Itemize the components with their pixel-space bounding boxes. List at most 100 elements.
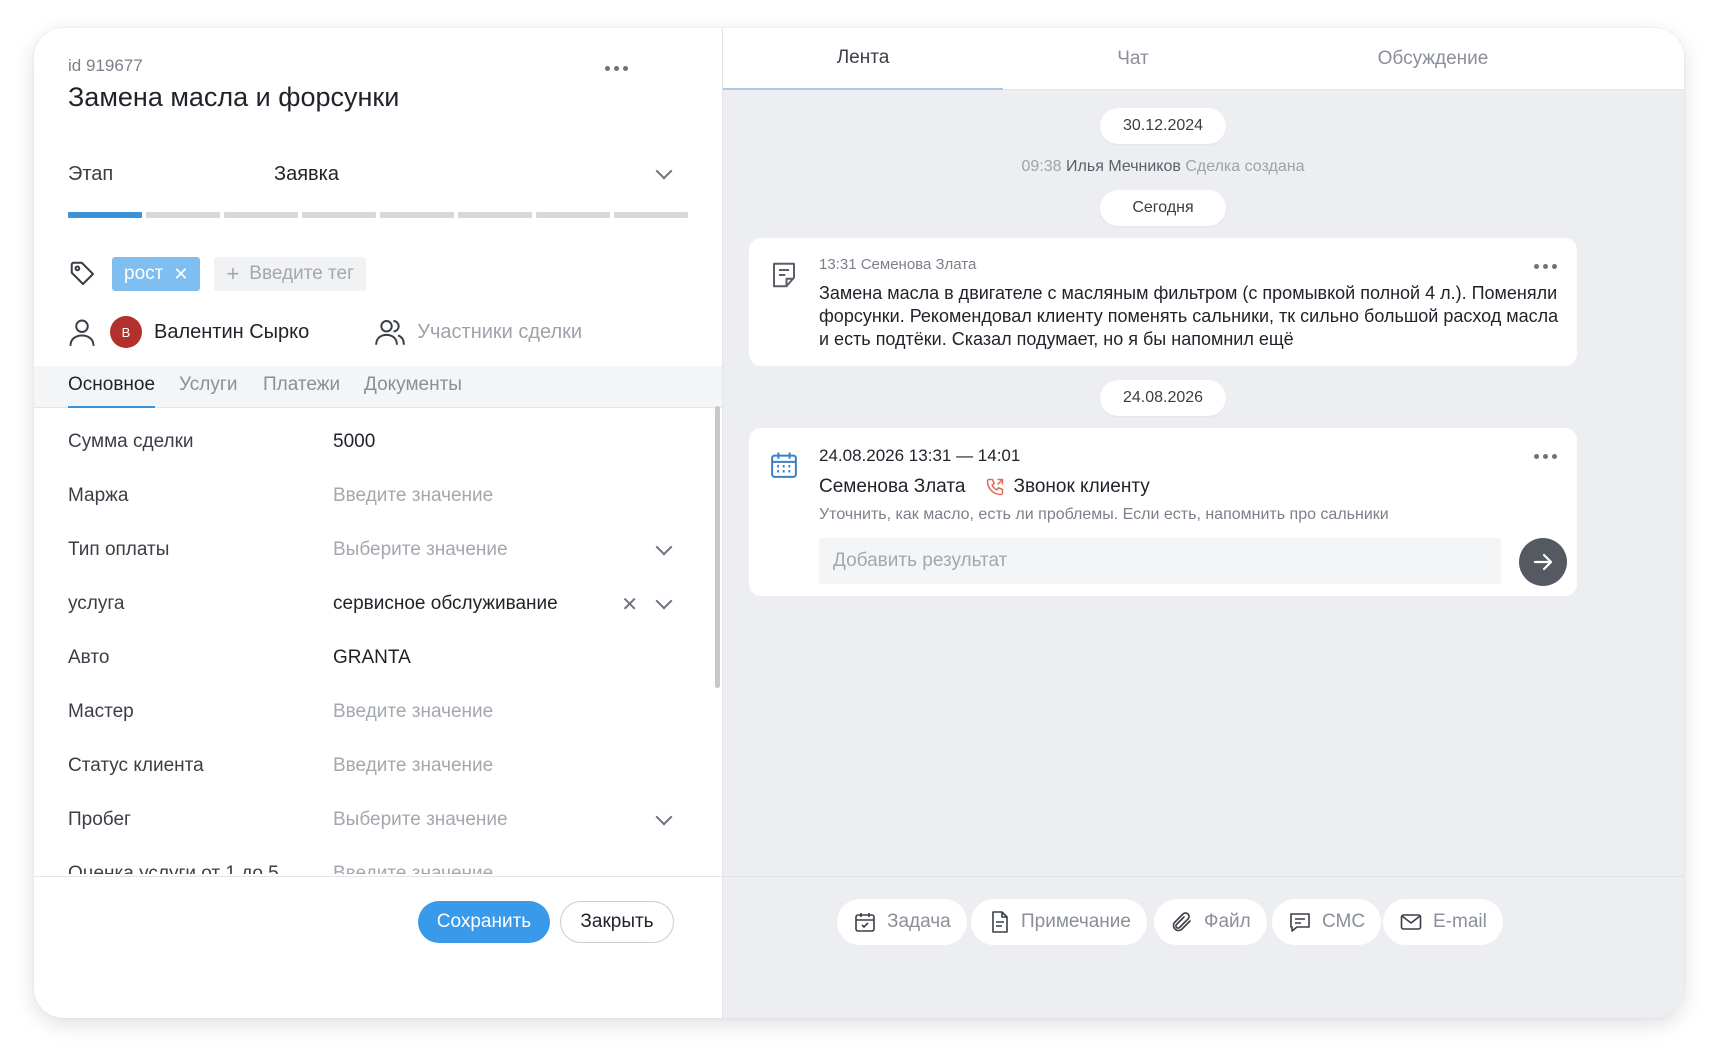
close-button[interactable]: Закрыть bbox=[560, 901, 674, 943]
tab-chat[interactable]: Чат bbox=[1003, 28, 1263, 90]
tab-documents[interactable]: Документы bbox=[364, 374, 462, 406]
field-value[interactable]: 5000 bbox=[333, 431, 678, 453]
chevron-down-icon bbox=[655, 162, 673, 180]
field-value[interactable]: Введите значение bbox=[333, 485, 678, 507]
stage-step[interactable] bbox=[302, 212, 376, 218]
field-row[interactable]: Авто GRANTA bbox=[68, 640, 678, 676]
deal-tabs: Основное Услуги Платежи Документы bbox=[34, 366, 722, 408]
field-row[interactable]: Сумма сделки 5000 bbox=[68, 424, 678, 460]
deal-details-panel: id 919677 Замена масла и форсунки Этап З… bbox=[34, 28, 722, 1018]
field-row[interactable]: Оценка услуги от 1 до 5 Введите значение bbox=[68, 856, 678, 874]
chat-bubble-icon bbox=[1288, 910, 1312, 934]
dot-icon bbox=[604, 65, 610, 71]
stage-value: Заявка bbox=[274, 162, 339, 185]
participants-button[interactable]: Участники сделки bbox=[375, 317, 582, 347]
system-event-author[interactable]: Илья Мечников bbox=[1066, 158, 1181, 175]
tags-row: рост ✕ + Введите тег bbox=[68, 254, 367, 294]
send-email-button[interactable]: E-mail bbox=[1383, 899, 1503, 945]
field-value[interactable]: сервисное обслуживание bbox=[333, 593, 621, 615]
field-label: Тип оплаты bbox=[68, 539, 170, 560]
field-value[interactable]: GRANTA bbox=[333, 647, 678, 669]
tag-remove-icon[interactable]: ✕ bbox=[173, 264, 188, 285]
owner-name[interactable]: Валентин Сырко bbox=[154, 321, 309, 344]
clear-icon[interactable]: ✕ bbox=[621, 592, 638, 617]
field-row[interactable]: Тип оплаты Выберите значение bbox=[68, 532, 678, 568]
calendar-icon bbox=[769, 450, 799, 480]
tab-discussion[interactable]: Обсуждение bbox=[1283, 28, 1583, 90]
note-icon bbox=[769, 260, 799, 290]
feed-panel: Лента Чат Обсуждение 30.12.2024 09:38 Ил… bbox=[722, 28, 1684, 1018]
deal-footer: Сохранить Закрыть bbox=[34, 876, 722, 1018]
field-controls bbox=[655, 808, 678, 826]
field-row[interactable]: Маржа Введите значение bbox=[68, 478, 678, 514]
chevron-down-icon[interactable] bbox=[655, 592, 673, 610]
deal-id: id 919677 bbox=[68, 56, 143, 75]
add-tag-input[interactable]: + Введите тег bbox=[214, 257, 367, 291]
note-more-button[interactable] bbox=[1525, 254, 1565, 278]
tab-feed[interactable]: Лента bbox=[723, 28, 1003, 90]
date-separator: 24.08.2026 bbox=[1100, 380, 1226, 416]
chevron-down-icon[interactable] bbox=[655, 538, 673, 556]
field-row[interactable]: Пробег Выберите значение bbox=[68, 802, 678, 838]
tag-chip[interactable]: рост ✕ bbox=[112, 257, 201, 291]
save-button[interactable]: Сохранить bbox=[418, 901, 550, 943]
stage-step[interactable] bbox=[536, 212, 610, 218]
calendar-check-icon bbox=[853, 910, 877, 934]
stage-step[interactable] bbox=[380, 212, 454, 218]
deal-more-button[interactable] bbox=[596, 56, 636, 80]
add-note-button[interactable]: Примечание bbox=[971, 899, 1147, 945]
stage-label: Этап bbox=[68, 162, 114, 185]
phone-icon bbox=[985, 477, 1005, 497]
field-row[interactable]: Статус клиента Введите значение bbox=[68, 748, 678, 784]
task-result-input[interactable] bbox=[819, 538, 1501, 584]
stage-step[interactable] bbox=[614, 212, 688, 218]
tab-services[interactable]: Услуги bbox=[179, 374, 237, 406]
dot-icon bbox=[622, 65, 628, 71]
attach-file-label: Файл bbox=[1204, 911, 1251, 932]
field-value[interactable]: Введите значение bbox=[333, 863, 678, 874]
fields-scrollbar[interactable] bbox=[715, 406, 720, 688]
stage-step[interactable] bbox=[458, 212, 532, 218]
stage-step[interactable] bbox=[68, 212, 142, 218]
stage-select[interactable]: Этап Заявка bbox=[68, 154, 678, 194]
users-icon bbox=[375, 317, 406, 347]
dot-icon bbox=[1551, 453, 1557, 459]
arrow-right-icon bbox=[1531, 550, 1555, 574]
document-icon bbox=[987, 910, 1011, 934]
field-controls: ✕ bbox=[621, 592, 678, 617]
field-label: Статус клиента bbox=[68, 755, 204, 776]
date-separator: 30.12.2024 bbox=[1100, 108, 1226, 144]
task-assignee[interactable]: Семенова Злата bbox=[819, 476, 965, 498]
task-card: 24.08.2026 13:31 — 14:01 Семенова Злата … bbox=[749, 428, 1577, 596]
tab-payments[interactable]: Платежи bbox=[263, 374, 340, 406]
system-event: 09:38 Илья Мечников Сделка создана bbox=[723, 158, 1603, 176]
note-meta: 13:31 Семенова Злата bbox=[819, 256, 977, 273]
field-value[interactable]: Выберите значение bbox=[333, 539, 658, 561]
stage-step[interactable] bbox=[146, 212, 220, 218]
attach-file-button[interactable]: Файл bbox=[1154, 899, 1267, 945]
field-controls bbox=[655, 538, 678, 556]
chevron-down-icon[interactable] bbox=[655, 808, 673, 826]
field-row[interactable]: услуга сервисное обслуживание ✕ bbox=[68, 586, 678, 622]
send-sms-label: СМС bbox=[1322, 911, 1366, 932]
field-value[interactable]: Введите значение bbox=[333, 701, 678, 723]
field-label: Авто bbox=[68, 647, 110, 668]
field-row[interactable]: Мастер Введите значение bbox=[68, 694, 678, 730]
dot-icon bbox=[1533, 453, 1539, 459]
dot-icon bbox=[613, 65, 619, 71]
field-value[interactable]: Введите значение bbox=[333, 755, 678, 777]
tab-main[interactable]: Основное bbox=[68, 374, 156, 408]
avatar[interactable]: В bbox=[110, 316, 142, 348]
send-sms-button[interactable]: СМС bbox=[1272, 899, 1382, 945]
stage-step[interactable] bbox=[224, 212, 298, 218]
task-time: 24.08.2026 13:31 — 14:01 bbox=[819, 446, 1021, 465]
task-description: Уточнить, как масло, есть ли проблемы. Е… bbox=[819, 506, 1389, 523]
field-value[interactable]: Выберите значение bbox=[333, 809, 658, 831]
feed-actions-bar: Задача Примечание Файл СМС E-mail bbox=[723, 876, 1684, 1018]
task-more-button[interactable] bbox=[1525, 444, 1565, 468]
add-task-button[interactable]: Задача bbox=[837, 899, 967, 945]
add-task-label: Задача bbox=[887, 911, 951, 932]
deal-fields-list: Сумма сделки 5000 Маржа Введите значение Тип… bbox=[34, 408, 722, 874]
send-result-button[interactable] bbox=[1519, 538, 1567, 586]
system-event-time: 09:38 bbox=[1021, 158, 1062, 175]
